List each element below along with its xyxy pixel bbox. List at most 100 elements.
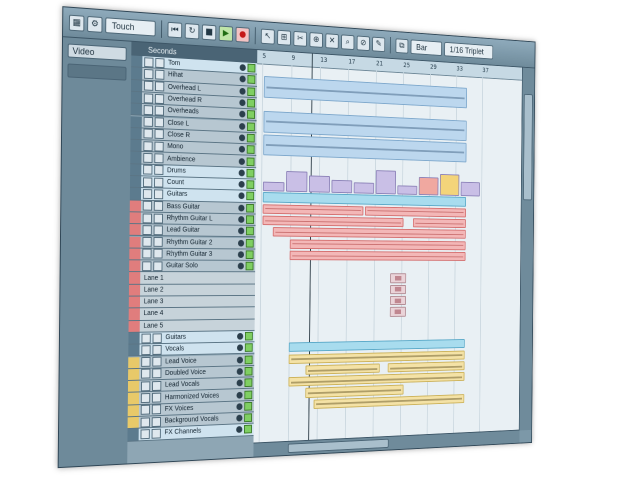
record-enable-button[interactable] [238, 181, 245, 188]
mute-button[interactable] [144, 68, 154, 80]
quantize-select[interactable]: 1/16 Triplet [444, 41, 494, 60]
record-icon[interactable]: ● [235, 26, 250, 43]
take-event[interactable] [390, 273, 407, 283]
solo-button[interactable] [153, 261, 163, 271]
solo-button[interactable] [152, 380, 162, 391]
mute-button[interactable] [141, 357, 151, 368]
monitor-button[interactable] [244, 366, 253, 376]
play-icon[interactable]: ▶ [218, 25, 234, 42]
mute-button[interactable] [142, 200, 153, 211]
stop-icon[interactable]: ■ [201, 23, 217, 41]
mute-button[interactable] [142, 213, 152, 223]
solo-button[interactable] [155, 81, 165, 92]
mute-button[interactable] [143, 116, 153, 128]
mute-button[interactable] [140, 381, 151, 392]
record-enable-button[interactable] [237, 332, 244, 340]
mute-button[interactable] [142, 176, 153, 187]
inspector-track-slot[interactable] [67, 63, 127, 81]
monitor-button[interactable] [244, 331, 253, 341]
take-event[interactable] [389, 307, 406, 317]
mute-button[interactable] [140, 429, 150, 440]
monitor-button[interactable] [246, 180, 255, 190]
record-enable-button[interactable] [236, 379, 243, 387]
mute-button[interactable] [141, 369, 151, 380]
solo-button[interactable] [154, 177, 164, 188]
audio-event[interactable] [263, 76, 468, 109]
solo-button[interactable] [151, 404, 162, 415]
mute-button[interactable] [143, 92, 154, 104]
solo-button[interactable] [154, 105, 165, 116]
audio-event[interactable] [305, 363, 380, 375]
track-row[interactable]: Lane 1 [128, 272, 256, 285]
record-enable-button[interactable] [239, 75, 246, 83]
record-enable-button[interactable] [238, 146, 246, 153]
mute-button[interactable] [142, 237, 152, 247]
audio-event[interactable] [364, 206, 466, 218]
monitor-button[interactable] [245, 250, 254, 259]
monitor-button[interactable] [244, 425, 252, 434]
vertical-scroll-thumb[interactable] [523, 93, 533, 201]
monitor-button[interactable] [247, 110, 255, 120]
record-enable-button[interactable] [236, 356, 244, 364]
monitor-button[interactable] [245, 238, 254, 248]
track-row[interactable]: Lane 2 [128, 284, 256, 297]
monitor-button[interactable] [246, 133, 255, 143]
record-enable-button[interactable] [238, 227, 245, 235]
track-row[interactable]: Rhythm Guitar 2 [129, 236, 256, 250]
monitor-button[interactable] [247, 63, 256, 73]
monitor-button[interactable] [244, 343, 253, 353]
mute-button[interactable] [143, 104, 154, 116]
solo-button[interactable] [154, 129, 164, 140]
zoom-tool-icon[interactable]: ⌕ [341, 33, 355, 50]
solo-button[interactable] [154, 141, 164, 152]
monitor-button[interactable] [247, 75, 256, 85]
mute-button[interactable] [142, 188, 153, 199]
audio-event[interactable] [262, 215, 404, 228]
solo-button[interactable] [154, 93, 165, 104]
track-row[interactable]: Rhythm Guitar 3 [129, 248, 256, 261]
audio-event[interactable] [272, 227, 466, 240]
erase-tool-icon[interactable]: ✕ [325, 32, 339, 49]
record-enable-button[interactable] [238, 204, 245, 212]
solo-button[interactable] [155, 57, 165, 68]
record-enable-button[interactable] [236, 403, 243, 410]
monitor-button[interactable] [246, 157, 255, 166]
solo-button[interactable] [154, 117, 164, 128]
solo-button[interactable] [153, 189, 164, 200]
monitor-button[interactable] [244, 401, 253, 411]
monitor-button[interactable] [244, 355, 253, 364]
monitor-button[interactable] [245, 226, 254, 236]
solo-button[interactable] [155, 69, 165, 80]
snap-toggle-icon[interactable]: ⧉ [395, 37, 409, 54]
record-enable-button[interactable] [237, 239, 245, 247]
mute-button[interactable] [143, 128, 153, 140]
pointer-tool-icon[interactable]: ↖ [260, 28, 275, 45]
monitor-button[interactable] [244, 413, 253, 423]
record-enable-button[interactable] [237, 262, 244, 270]
monitor-button[interactable] [244, 390, 253, 399]
inspector-preset-select[interactable]: Video [67, 43, 127, 62]
mute-button[interactable] [143, 80, 154, 92]
record-enable-button[interactable] [238, 157, 245, 165]
record-enable-button[interactable] [239, 110, 246, 118]
mute-button[interactable] [140, 393, 151, 404]
monitor-button[interactable] [246, 122, 255, 131]
audio-event[interactable] [289, 239, 466, 251]
monitor-button[interactable] [246, 145, 255, 155]
record-enable-button[interactable] [236, 414, 243, 422]
monitor-button[interactable] [245, 261, 254, 271]
automation-mode-select[interactable]: Touch [105, 16, 156, 37]
audio-event[interactable] [262, 203, 364, 216]
monitor-button[interactable] [246, 192, 255, 201]
glue-tool-icon[interactable]: ⊕ [309, 31, 323, 48]
solo-button[interactable] [154, 165, 164, 176]
record-enable-button[interactable] [239, 64, 246, 72]
snap-select[interactable]: Bar [410, 38, 443, 56]
mute-button[interactable] [141, 345, 151, 356]
window-layout-icon[interactable]: ▦ [68, 14, 85, 32]
monitor-button[interactable] [247, 98, 256, 108]
record-enable-button[interactable] [239, 87, 246, 95]
solo-button[interactable] [151, 416, 161, 427]
monitor-button[interactable] [247, 87, 256, 97]
range-tool-icon[interactable]: ⊞ [277, 29, 291, 46]
